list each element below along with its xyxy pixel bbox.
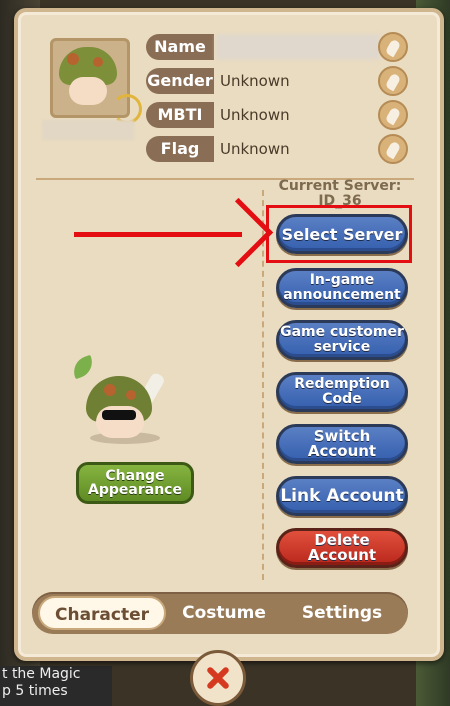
edit-feather-icon[interactable] — [378, 134, 408, 164]
in-game-announcement-button[interactable]: In-game announcement — [276, 268, 408, 308]
cap-spot — [67, 53, 79, 65]
field-value: Unknown — [216, 136, 380, 162]
cap-spot — [126, 390, 136, 400]
edit-feather-icon[interactable] — [378, 32, 408, 62]
change-appearance-button[interactable]: Change Appearance — [76, 462, 194, 504]
field-label: Gender — [146, 68, 214, 94]
tab-character[interactable]: Character — [38, 596, 166, 630]
field-flag-row: Flag Unknown — [146, 134, 408, 164]
redemption-code-button[interactable]: Redemption Code — [276, 372, 408, 412]
field-value: Unknown — [216, 68, 380, 94]
column-divider — [262, 190, 264, 580]
field-label: MBTI — [146, 102, 214, 128]
field-value — [216, 34, 380, 60]
tab-costume[interactable]: Costume — [168, 592, 280, 634]
switch-account-button[interactable]: Switch Account — [276, 424, 408, 464]
character-preview — [68, 354, 178, 444]
current-server-title: Current Server: — [278, 178, 402, 194]
select-server-highlight-box — [266, 205, 412, 263]
field-label: Name — [146, 34, 214, 60]
player-name-blurred — [42, 120, 134, 140]
cap-spot — [104, 384, 116, 396]
tab-bar: Character Costume Settings — [32, 592, 408, 634]
field-value: Unknown — [216, 102, 380, 128]
tab-settings[interactable]: Settings — [286, 592, 398, 634]
field-label: Flag — [146, 136, 214, 162]
link-account-button[interactable]: Link Account — [276, 476, 408, 516]
edit-feather-icon[interactable] — [378, 100, 408, 130]
leaf-sprout-icon — [69, 354, 97, 380]
cap-spot — [93, 57, 103, 67]
mushroom-face — [69, 77, 107, 105]
field-gender-row: Gender Unknown — [146, 66, 408, 96]
sunglasses-icon — [102, 410, 136, 420]
edit-feather-icon[interactable] — [378, 66, 408, 96]
close-button[interactable] — [190, 650, 246, 706]
game-customer-service-button[interactable]: Game customer service — [276, 320, 408, 360]
field-name-row: Name — [146, 32, 408, 62]
background-quest-text: t the Magic p 5 times — [0, 666, 112, 706]
delete-account-button[interactable]: Delete Account — [276, 528, 408, 568]
field-mbti-row: MBTI Unknown — [146, 100, 408, 130]
